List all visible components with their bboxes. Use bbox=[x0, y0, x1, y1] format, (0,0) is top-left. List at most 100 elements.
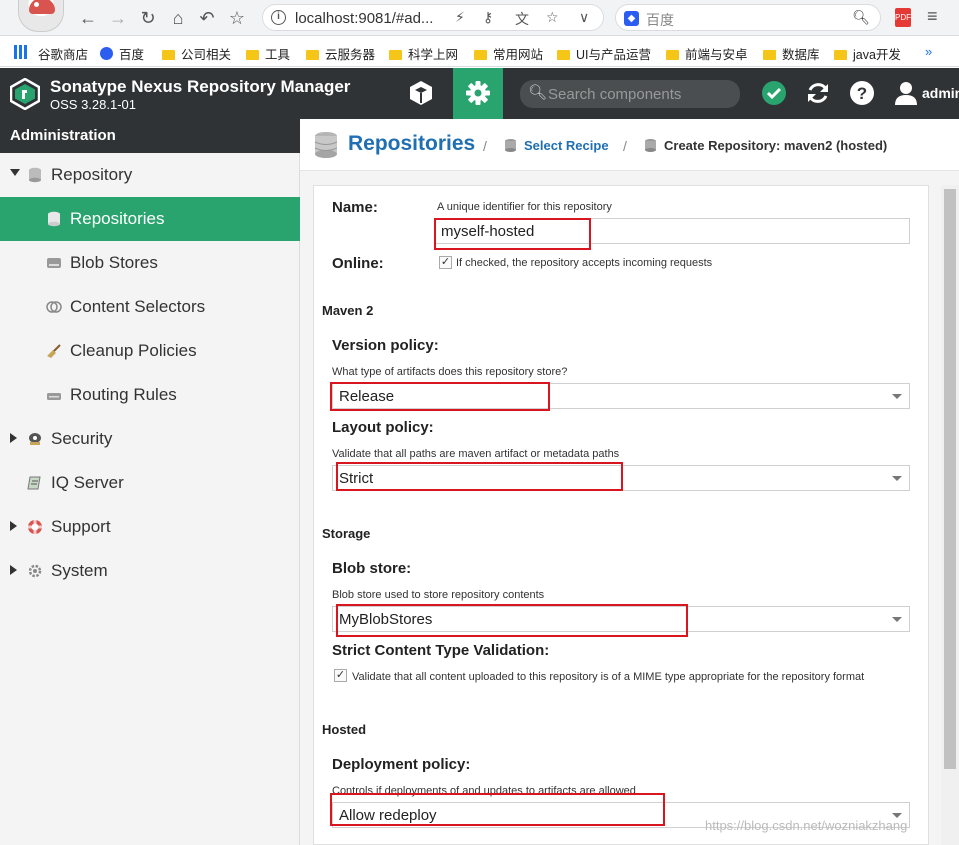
bookmark-item[interactable]: 谷歌商店 bbox=[38, 44, 88, 63]
sidebar-item-repositories[interactable]: Repositories bbox=[0, 197, 300, 241]
bookmark-star-icon[interactable]: ☆ bbox=[546, 9, 559, 26]
sidebar-item-iq-server[interactable]: IQ Server bbox=[0, 461, 300, 505]
dropdown-arrow-icon[interactable] bbox=[892, 617, 902, 622]
sidebar-item-routing-rules[interactable]: Routing Rules bbox=[0, 373, 300, 417]
more-bookmarks-icon[interactable]: » bbox=[925, 44, 932, 59]
undo-icon[interactable]: ↶ bbox=[195, 6, 219, 30]
bookmark-folder[interactable]: 常用网站 bbox=[474, 44, 543, 63]
administration-button[interactable] bbox=[453, 68, 503, 119]
router-icon bbox=[47, 393, 61, 400]
translate-icon[interactable]: 文 bbox=[515, 9, 529, 29]
watermark: https://blog.csdn.net/wozniakzhang bbox=[705, 818, 908, 833]
blob-store-label: Blob store: bbox=[332, 560, 412, 577]
layout-policy-help: Validate that all paths are maven artifa… bbox=[332, 448, 620, 460]
strict-validation-label: Strict Content Type Validation: bbox=[332, 642, 550, 659]
sidebar-item-system[interactable]: System bbox=[0, 549, 300, 593]
component-search-input[interactable] bbox=[548, 84, 728, 104]
highlight-box bbox=[336, 604, 688, 637]
security-icon bbox=[29, 433, 41, 445]
bookmark-folder[interactable]: java开发 bbox=[834, 44, 901, 63]
folder-icon bbox=[834, 50, 847, 60]
breadcrumb-select-recipe[interactable]: Select Recipe bbox=[524, 138, 609, 153]
baidu-icon bbox=[100, 47, 113, 60]
back-icon[interactable]: ← bbox=[76, 6, 100, 30]
user-icon[interactable] bbox=[893, 80, 919, 106]
strict-validation-checkbox[interactable]: ✓ bbox=[334, 669, 347, 682]
section-maven2: Maven 2 bbox=[322, 303, 374, 318]
search-engine-label: 百度 bbox=[646, 12, 674, 28]
section-storage: Storage bbox=[322, 526, 371, 541]
info-icon[interactable]: i bbox=[271, 10, 286, 25]
nexus-logo-icon[interactable] bbox=[10, 78, 40, 110]
sidebar-item-cleanup-policies[interactable]: Cleanup Policies bbox=[0, 329, 300, 373]
apps-grid-icon[interactable] bbox=[14, 45, 28, 59]
reload-icon[interactable]: ↻ bbox=[136, 6, 160, 30]
online-checkbox[interactable]: ✓ bbox=[439, 256, 452, 269]
dropdown-arrow-icon[interactable] bbox=[892, 394, 902, 399]
sidebar-item-security[interactable]: Security bbox=[0, 417, 300, 461]
help-icon[interactable]: ? bbox=[849, 80, 875, 106]
gear-icon bbox=[466, 81, 490, 105]
url-text[interactable]: localhost:9081/#ad... bbox=[295, 10, 433, 27]
folder-icon bbox=[389, 50, 402, 60]
section-hosted: Hosted bbox=[322, 722, 367, 737]
caret-right-icon[interactable] bbox=[10, 565, 17, 575]
scrollbar[interactable] bbox=[941, 185, 959, 845]
caret-down-icon[interactable] bbox=[10, 169, 20, 176]
version-policy-label: Version policy: bbox=[332, 337, 439, 354]
folder-icon bbox=[162, 50, 175, 60]
pdf-icon[interactable]: PDF bbox=[895, 8, 911, 27]
user-name[interactable]: admin bbox=[922, 85, 959, 101]
highlight-box bbox=[336, 462, 623, 491]
lightning-icon[interactable]: ⚡ bbox=[455, 9, 465, 26]
bookmark-folder[interactable]: 工具 bbox=[246, 44, 290, 63]
sidebar-title: Administration bbox=[0, 119, 300, 153]
search-icon[interactable]: 🔍︎ bbox=[852, 9, 870, 26]
bookmark-folder[interactable]: 前端与安卓 bbox=[666, 44, 748, 63]
browser-search-box[interactable]: ◆ 百度 🔍︎ bbox=[615, 4, 881, 31]
baidu-paw-icon: ◆ bbox=[624, 11, 639, 26]
refresh-icon[interactable] bbox=[805, 80, 831, 106]
broom-icon bbox=[47, 344, 61, 358]
component-search[interactable]: 🔍︎ bbox=[520, 80, 740, 108]
sidebar-item-content-selectors[interactable]: Content Selectors bbox=[0, 285, 300, 329]
search-icon: 🔍︎ bbox=[528, 84, 548, 101]
hard-drive-icon bbox=[47, 258, 61, 268]
status-ok-icon[interactable] bbox=[761, 80, 787, 106]
strict-validation-help: Validate that all content uploaded to th… bbox=[352, 671, 865, 683]
home-icon[interactable]: ⌂ bbox=[166, 6, 190, 30]
sidebar-item-label: Repositories bbox=[70, 209, 165, 228]
browse-button[interactable] bbox=[395, 68, 447, 119]
bookmark-folder[interactable]: 数据库 bbox=[763, 44, 820, 63]
bookmark-folder[interactable]: UI与产品运营 bbox=[557, 44, 651, 63]
bookmark-folder[interactable]: 公司相关 bbox=[162, 44, 231, 63]
breadcrumb-repositories[interactable]: Repositories bbox=[348, 132, 475, 156]
database-icon bbox=[314, 132, 338, 158]
caret-right-icon[interactable] bbox=[10, 433, 17, 443]
forward-icon[interactable]: → bbox=[106, 6, 130, 30]
scrollbar-thumb[interactable] bbox=[944, 189, 956, 769]
breadcrumb-separator: / bbox=[483, 138, 487, 154]
caret-right-icon[interactable] bbox=[10, 521, 17, 531]
sidebar-item-blob-stores[interactable]: Blob Stores bbox=[0, 241, 300, 285]
dropdown-arrow-icon[interactable] bbox=[892, 476, 902, 481]
sidebar-item-repository[interactable]: Repository bbox=[0, 153, 300, 197]
bookmark-folder[interactable]: 云服务器 bbox=[306, 44, 375, 63]
sidebar-item-label: Cleanup Policies bbox=[70, 341, 197, 360]
bookmark-item[interactable]: 百度 bbox=[100, 44, 144, 63]
bookmark-folder[interactable]: 科学上网 bbox=[389, 44, 458, 63]
folder-icon bbox=[306, 50, 319, 60]
key-icon[interactable]: ⚷ bbox=[483, 9, 493, 26]
address-bar[interactable]: i localhost:9081/#ad... ⚡ ⚷ 文 ☆ ∨ bbox=[262, 4, 604, 31]
menu-icon[interactable]: ≡ bbox=[927, 6, 938, 27]
browser-profile-logo[interactable] bbox=[18, 0, 64, 32]
highlight-box bbox=[434, 218, 591, 250]
sidebar-item-support[interactable]: Support bbox=[0, 505, 300, 549]
folder-icon bbox=[474, 50, 487, 60]
sidebar-item-label: Blob Stores bbox=[70, 253, 158, 272]
star-icon[interactable]: ☆ bbox=[225, 6, 249, 30]
sidebar-item-label: System bbox=[51, 561, 108, 580]
folder-icon bbox=[557, 50, 570, 60]
chevron-down-icon[interactable]: ∨ bbox=[579, 9, 589, 26]
browser-toolbar: ← → ↻ ⌂ ↶ ☆ i localhost:9081/#ad... ⚡ ⚷ … bbox=[0, 0, 959, 36]
